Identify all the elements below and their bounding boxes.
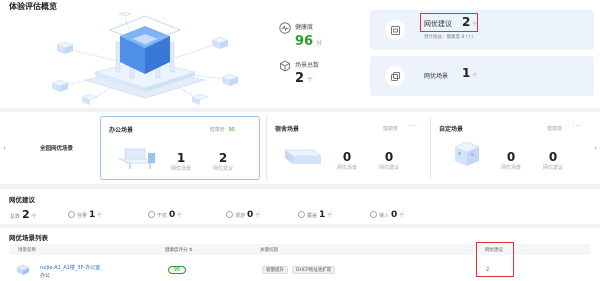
row-issue-tag: DHCP地址池扩容 [292, 266, 336, 274]
scenario-suggestions-stat: 0 网优建议 [542, 150, 563, 171]
col-key-issues: 关键问题 [260, 248, 278, 253]
suggestion-card-sub: 预计收益：健康度 0 (↑) [424, 35, 474, 40]
row-scenario-type: 办公 [40, 273, 51, 279]
health-label: 健康度 [295, 24, 314, 31]
more-icon[interactable]: ··· [408, 122, 418, 130]
highlight-box-suggestion [420, 13, 478, 32]
highlight-box-suggestions-column [476, 242, 514, 277]
suggestion-access[interactable]: 接入 0 个 [370, 210, 404, 220]
scenario-scenes-stat: 0 网优场景 [500, 150, 521, 171]
scenario-total-label: 场景总数 [295, 62, 320, 69]
scenario-name: 宿舍场景 [275, 126, 300, 133]
scenario-suggestions-stat: 2 网优建议 [212, 151, 233, 172]
scenario-total-value: 2个 [295, 71, 314, 86]
table-title: 网优场景列表 [9, 234, 48, 242]
all-scenarios-label: 全园网优场景 [40, 146, 74, 152]
scenario-card-value: 1个 [462, 66, 478, 80]
capacity-icon [68, 211, 75, 218]
building-illustration [454, 141, 480, 166]
access-icon [370, 211, 377, 218]
roaming-icon [226, 211, 233, 218]
suggestion-interference[interactable]: 干扰 0 个 [148, 210, 182, 220]
office-desk-illustration [118, 148, 156, 169]
scenario-table-section: 网优场景列表 场景名称 健康度评分 ⇅ 关键问题 网优建议 ruijie-A1_… [0, 228, 600, 281]
coverage-icon [298, 211, 305, 218]
scenario-name: 办公场景 [109, 127, 134, 134]
interference-icon [148, 211, 155, 218]
scenario-carousel: ‹ › 全园网优场景 办公场景 健康度 95 1 网优场景 2 网优建议 宿舍场景 健… [0, 112, 600, 184]
office-row-icon [16, 264, 30, 275]
carousel-prev-button[interactable]: ‹ [0, 112, 9, 184]
network-illustration [51, 11, 239, 105]
scenario-health: 健康度 [546, 126, 562, 132]
cube-icon [280, 60, 290, 72]
row-issue-tag: 容量提升 [262, 266, 288, 274]
chevron-left-icon: ‹ [3, 144, 6, 152]
scenario-name: 自定场景 [439, 126, 464, 133]
row-scenario-name[interactable]: ruijie-A1_A1楼_3F-办公室 [40, 264, 100, 271]
suggestion-summary-card[interactable]: 网优建议 2个 预计收益：健康度 0 (↑) [370, 10, 594, 50]
suggestion-roaming[interactable]: 漫游 0 个 [226, 210, 260, 220]
suggestion-icon-wrap [385, 20, 405, 40]
dorm-bed-illustration [284, 149, 322, 164]
scenario-health: 健康度 95 [209, 127, 235, 133]
scenario-scenes-stat: 0 网优场景 [336, 150, 357, 171]
scenario-icon-wrap [385, 66, 405, 86]
carousel-next-button[interactable]: › [591, 112, 600, 184]
suggestions-section: 网优建议 总数 2 个 容量 1 个 干扰 0 个 漫游 0 个 覆盖 1 个 接入 0 个 [0, 189, 600, 224]
row-health-score: 95 [168, 266, 186, 274]
layers-icon [390, 71, 400, 81]
scenario-summary-card[interactable]: 网优场景 1个 [370, 56, 594, 96]
heartbeat-icon [279, 22, 291, 34]
scenario-card-custom[interactable]: 自定场景 健康度 ··· 0 网优场景 0 网优建议 [430, 116, 590, 180]
overview-panel: 体验评估概览 健康度 96 分 场景总数 2 个 网优建议 2 个 预计收益：健… [0, 0, 600, 108]
scenario-card-office[interactable]: 办公场景 健康度 95 1 网优场景 2 网优建议 [100, 116, 260, 180]
suggestions-total: 总数 2 个 [10, 208, 37, 221]
col-scenario-name: 场景名称 [18, 248, 36, 253]
suggestion-coverage[interactable]: 覆盖 1 个 [298, 210, 332, 220]
more-icon[interactable]: ··· [572, 122, 582, 130]
scenario-card-dorm[interactable]: 宿舍场景 健康度 ··· 0 网优场景 0 网优建议 [266, 116, 426, 180]
scenario-health: 健康度 [382, 126, 398, 132]
col-health-score[interactable]: 健康度评分 ⇅ [165, 247, 193, 253]
chevron-right-icon: › [594, 144, 597, 152]
clipboard-icon [390, 25, 400, 35]
suggestion-capacity[interactable]: 容量 1 个 [68, 210, 102, 220]
health-value: 96 分 [295, 34, 323, 49]
scenario-card-label: 网优场景 [424, 73, 449, 80]
scenario-scenes-stat: 1 网优场景 [170, 151, 191, 172]
scenario-suggestions-stat: 0 网优建议 [378, 150, 399, 171]
suggestions-title: 网优建议 [9, 196, 35, 204]
